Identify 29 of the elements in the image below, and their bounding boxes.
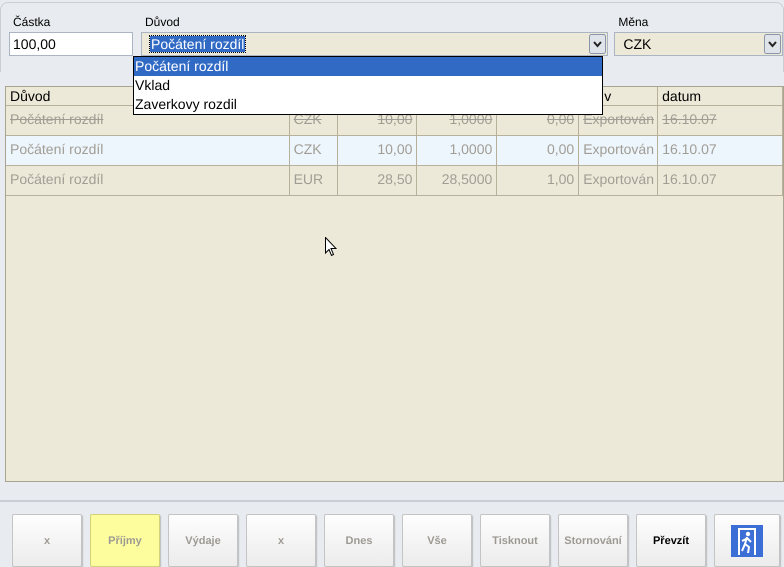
table-cell: 1,00 — [497, 166, 580, 196]
table-cell: Exportován — [579, 166, 658, 196]
table-cell: 1,0000 — [417, 136, 498, 166]
column-header: Důvod — [10, 88, 50, 104]
exit-button[interactable] — [714, 514, 780, 567]
column-header: datum — [662, 88, 702, 104]
currency-label: Měna — [618, 15, 650, 30]
table-cell: 28,5000 — [417, 166, 498, 196]
dropdown-option[interactable]: Počátení rozdíl — [134, 57, 602, 76]
table-cell: 10,00 — [338, 136, 418, 166]
dropdown-option[interactable]: Vklad — [134, 76, 602, 95]
mouse-pointer-icon — [325, 237, 337, 257]
table-cell: Exportován — [579, 136, 658, 166]
table-cell: Počátení rozdíl — [6, 136, 290, 166]
table-cell: CZK — [290, 136, 338, 166]
exit-door-icon — [730, 524, 764, 558]
currency-dropdown[interactable]: CZK — [614, 32, 783, 56]
reason-label: Důvod — [145, 15, 181, 30]
table-cell: 16.10.07 — [658, 166, 783, 196]
table-cell: 16.10.07 — [658, 136, 783, 166]
table-cell: 28,50 — [338, 166, 418, 196]
amount-label: Částka — [13, 15, 52, 30]
toolbar-button[interactable]: Převzít — [636, 514, 706, 567]
reason-dropdown[interactable]: Počátení rozdíl — [141, 32, 608, 56]
table-cell: Počátení rozdíl — [6, 166, 290, 196]
amount-field[interactable]: 100,00 — [9, 32, 133, 56]
column-header: v — [604, 88, 612, 104]
table-cell: EUR — [290, 166, 338, 196]
table-cell: 0,00 — [497, 136, 580, 166]
